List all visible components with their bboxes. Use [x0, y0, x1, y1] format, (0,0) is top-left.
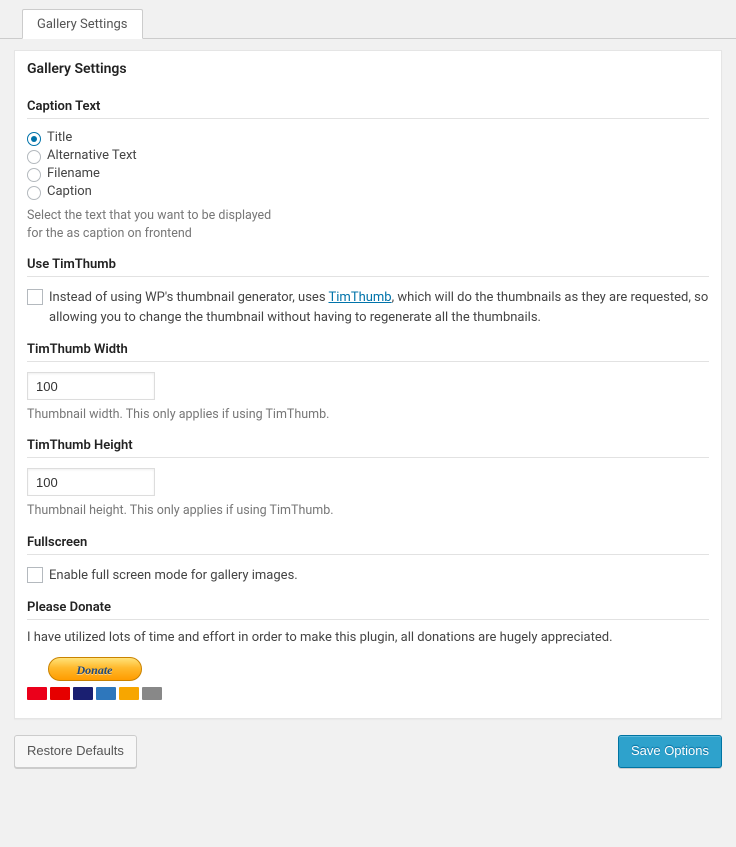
radio-label: Alternative Text — [47, 148, 137, 163]
radio-label: Caption — [47, 184, 92, 199]
heading-timthumb-width: TimThumb Width — [27, 342, 709, 362]
label-fullscreen: Enable full screen mode for gallery imag… — [49, 566, 298, 586]
radio-label: Filename — [47, 166, 100, 181]
heading-caption-text: Caption Text — [27, 99, 709, 119]
heading-donate: Please Donate — [27, 600, 709, 620]
input-timthumb-height[interactable] — [27, 468, 155, 496]
radio-row-caption[interactable]: Caption — [27, 183, 709, 201]
radio-title[interactable] — [27, 132, 41, 146]
radio-row-alternative-text[interactable]: Alternative Text — [27, 147, 709, 165]
restore-defaults-button[interactable]: Restore Defaults — [14, 735, 137, 768]
card-icon — [50, 687, 70, 700]
card-icon — [96, 687, 116, 700]
check-row-timthumb: Instead of using WP's thumbnail generato… — [27, 287, 709, 328]
input-timthumb-width[interactable] — [27, 372, 155, 400]
settings-panel: Gallery Settings Caption Text Title Alte… — [14, 50, 722, 719]
payment-cards — [27, 687, 162, 700]
desc-timthumb-width: Thumbnail width. This only applies if us… — [27, 406, 709, 424]
desc-caption-text: Select the text that you want to be disp… — [27, 207, 287, 243]
donate-button[interactable]: Donate — [48, 657, 142, 681]
tab-label: Gallery Settings — [37, 17, 128, 32]
section-fullscreen: Fullscreen Enable full screen mode for g… — [27, 535, 709, 587]
check-row-fullscreen[interactable]: Enable full screen mode for gallery imag… — [27, 565, 709, 587]
heading-fullscreen: Fullscreen — [27, 535, 709, 555]
checkbox-fullscreen[interactable] — [27, 567, 43, 583]
heading-timthumb-height: TimThumb Height — [27, 438, 709, 458]
card-icon — [27, 687, 47, 700]
radio-filename[interactable] — [27, 168, 41, 182]
section-timthumb-width: TimThumb Width Thumbnail width. This onl… — [27, 342, 709, 424]
text-donate: I have utilized lots of time and effort … — [27, 630, 709, 645]
tabs: Gallery Settings — [0, 0, 736, 39]
radio-row-title[interactable]: Title — [27, 129, 709, 147]
radio-caption[interactable] — [27, 186, 41, 200]
panel-title: Gallery Settings — [15, 51, 721, 85]
radio-label: Title — [47, 130, 72, 145]
link-timthumb[interactable]: TimThumb — [329, 290, 392, 305]
heading-use-timthumb: Use TimThumb — [27, 257, 709, 277]
tab-gallery-settings[interactable]: Gallery Settings — [22, 9, 143, 39]
footer-actions: Restore Defaults Save Options — [14, 735, 722, 768]
section-donate: Please Donate I have utilized lots of ti… — [27, 600, 709, 704]
radio-row-filename[interactable]: Filename — [27, 165, 709, 183]
card-icon — [73, 687, 93, 700]
checkbox-use-timthumb[interactable] — [27, 289, 43, 305]
desc-timthumb-height: Thumbnail height. This only applies if u… — [27, 502, 709, 520]
desc-use-timthumb: Instead of using WP's thumbnail generato… — [49, 288, 709, 327]
section-timthumb-height: TimThumb Height Thumbnail height. This o… — [27, 438, 709, 520]
section-use-timthumb: Use TimThumb Instead of using WP's thumb… — [27, 257, 709, 328]
card-icon — [142, 687, 162, 700]
radio-alternative-text[interactable] — [27, 150, 41, 164]
save-options-button[interactable]: Save Options — [618, 735, 722, 768]
card-icon — [119, 687, 139, 700]
section-caption-text: Caption Text Title Alternative Text File… — [27, 99, 709, 243]
